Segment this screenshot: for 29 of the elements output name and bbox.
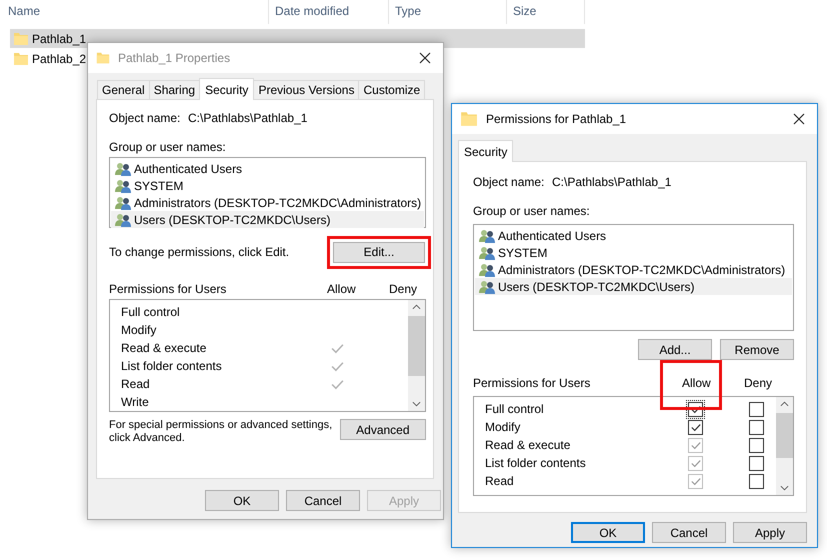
permission-name: List folder contents	[121, 359, 223, 373]
section-label: Permissions for Users	[473, 376, 592, 390]
permission-name: Read & execute	[121, 341, 208, 355]
section-label: Permissions for Users	[109, 282, 228, 296]
file-name: Pathlab_1	[31, 32, 86, 46]
permission-name: Full control	[485, 402, 545, 416]
object-path: C:\Pathlabs\Pathlab_1	[188, 111, 308, 125]
permission-name: Modify	[485, 420, 522, 434]
section-label: Group or user names:	[473, 204, 591, 219]
column-header: Deny	[389, 282, 418, 296]
window-title: Pathlab_1 Properties	[118, 51, 232, 65]
permission-name: Full control	[121, 305, 181, 319]
hint-text: For special permissions or advanced settings, click Advanced.	[109, 419, 334, 445]
permission-name: Read & execute	[485, 438, 572, 452]
window-title: Permissions for Pathlab_1	[486, 112, 628, 126]
permission-name: Read	[121, 377, 151, 391]
permission-name: Read	[485, 474, 515, 488]
field-label: Object name:	[473, 175, 546, 189]
section-label: Group or user names:	[109, 140, 227, 155]
object-path: C:\Pathlabs\Pathlab_1	[552, 175, 672, 189]
field-label: Object name:	[109, 111, 182, 125]
column-header: Allow	[327, 282, 357, 296]
permission-name: List folder contents	[485, 456, 587, 470]
file-name: Pathlab_2	[31, 52, 86, 66]
column-header: Deny	[744, 376, 774, 390]
permission-name: Write	[121, 395, 150, 409]
column-header: Allow	[682, 376, 712, 390]
hint-text: To change permissions, click Edit.	[109, 245, 290, 259]
permission-name: Modify	[121, 323, 158, 337]
